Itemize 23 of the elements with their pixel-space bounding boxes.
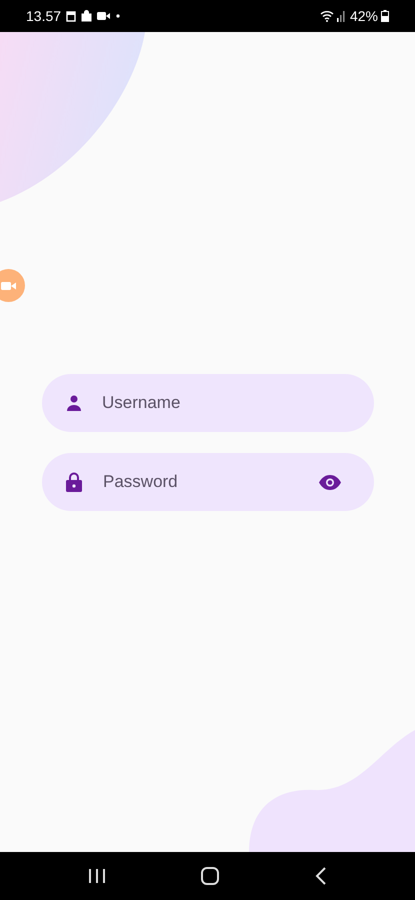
calendar-icon [66,10,76,22]
person-icon [65,394,83,412]
back-icon [315,867,328,885]
recent-apps-icon [88,868,106,884]
video-camera-icon [0,280,16,290]
status-time: 13.57 [26,6,62,26]
eye-icon [319,474,341,490]
home-icon [201,867,220,885]
lock-icon [66,472,82,492]
signal-icon [336,10,345,22]
battery-icon [381,10,389,22]
password-input[interactable]: Password [103,469,319,495]
username-field[interactable]: Username [42,374,374,432]
video-camera-icon [97,11,112,21]
wifi-icon [320,10,334,22]
show-password-button[interactable] [319,474,341,490]
password-field[interactable]: Password [42,453,374,511]
home-button[interactable] [201,867,220,885]
battery-percent: 42% [350,6,378,26]
bag-icon [81,10,92,22]
recent-apps-button[interactable] [88,868,106,884]
back-button[interactable] [315,867,328,885]
username-input[interactable]: Username [102,390,354,416]
